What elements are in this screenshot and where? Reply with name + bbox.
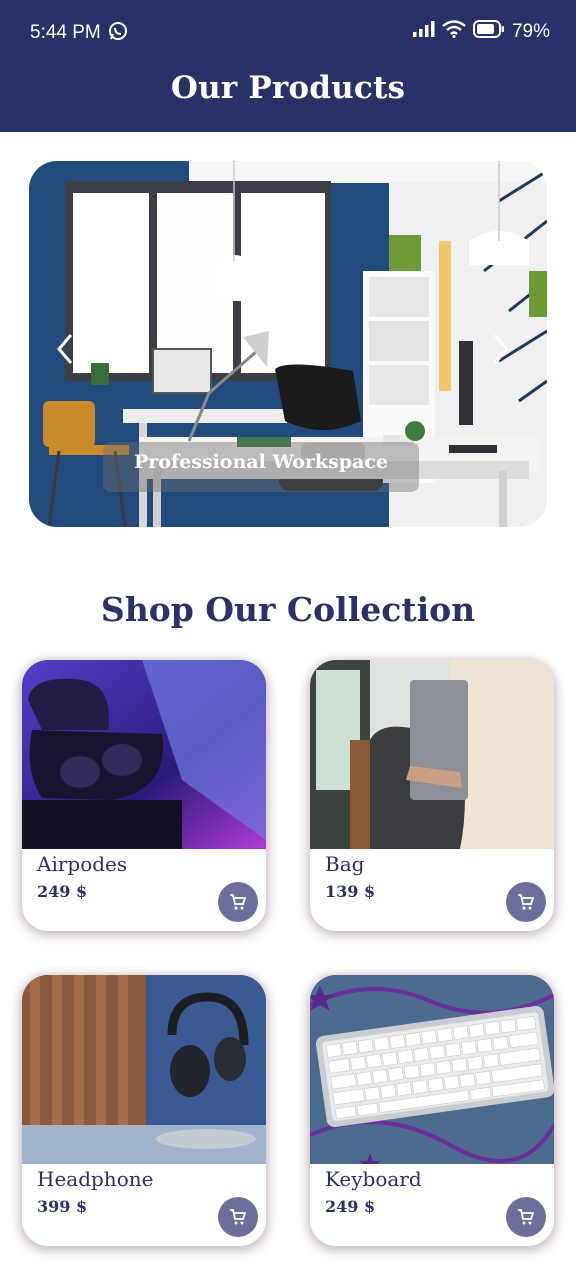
product-image bbox=[310, 975, 554, 1164]
cart-icon bbox=[518, 1209, 535, 1225]
product-price: 249 $ bbox=[325, 1197, 376, 1216]
cart-icon bbox=[230, 1209, 247, 1225]
whatsapp-icon bbox=[108, 21, 128, 47]
battery-percent: 79% bbox=[511, 21, 550, 42]
status-time: 5:44 PM bbox=[30, 22, 101, 43]
product-card-keyboard[interactable]: Keyboard 249 $ bbox=[310, 975, 554, 1246]
cart-icon bbox=[518, 894, 535, 910]
status-bar: 5:44 PM 79% bbox=[30, 20, 550, 46]
product-image bbox=[22, 975, 266, 1164]
product-card-bag[interactable]: Bag 139 $ bbox=[310, 660, 554, 931]
product-card-headphone[interactable]: Headphone 399 $ bbox=[22, 975, 266, 1246]
chevron-left-icon[interactable] bbox=[51, 331, 79, 367]
page-title: Our Products bbox=[170, 70, 406, 106]
carousel-caption: Professional Workspace bbox=[133, 451, 389, 473]
product-name: Bag bbox=[325, 852, 365, 876]
product-name: Keyboard bbox=[325, 1167, 422, 1191]
add-to-cart-button[interactable] bbox=[218, 882, 258, 922]
signal-icon bbox=[412, 21, 435, 43]
product-price: 399 $ bbox=[37, 1197, 88, 1216]
product-card-airpodes[interactable]: Airpodes 249 $ bbox=[22, 660, 266, 931]
add-to-cart-button[interactable] bbox=[506, 882, 546, 922]
product-name: Headphone bbox=[37, 1167, 154, 1191]
battery-icon bbox=[472, 20, 505, 44]
product-price: 249 $ bbox=[37, 882, 88, 901]
hero-carousel[interactable]: Professional Workspace bbox=[29, 161, 547, 527]
cart-icon bbox=[230, 894, 247, 910]
wifi-icon bbox=[442, 20, 466, 44]
status-right: 79% bbox=[412, 20, 550, 44]
section-title: Shop Our Collection bbox=[100, 590, 476, 629]
app-bar: 5:44 PM 79% Our Products bbox=[0, 0, 576, 132]
product-image bbox=[310, 660, 554, 849]
add-to-cart-button[interactable] bbox=[506, 1197, 546, 1237]
product-image bbox=[22, 660, 266, 849]
product-price: 139 $ bbox=[325, 882, 376, 901]
chevron-right-icon[interactable] bbox=[487, 331, 515, 367]
product-name: Airpodes bbox=[37, 852, 128, 876]
add-to-cart-button[interactable] bbox=[218, 1197, 258, 1237]
